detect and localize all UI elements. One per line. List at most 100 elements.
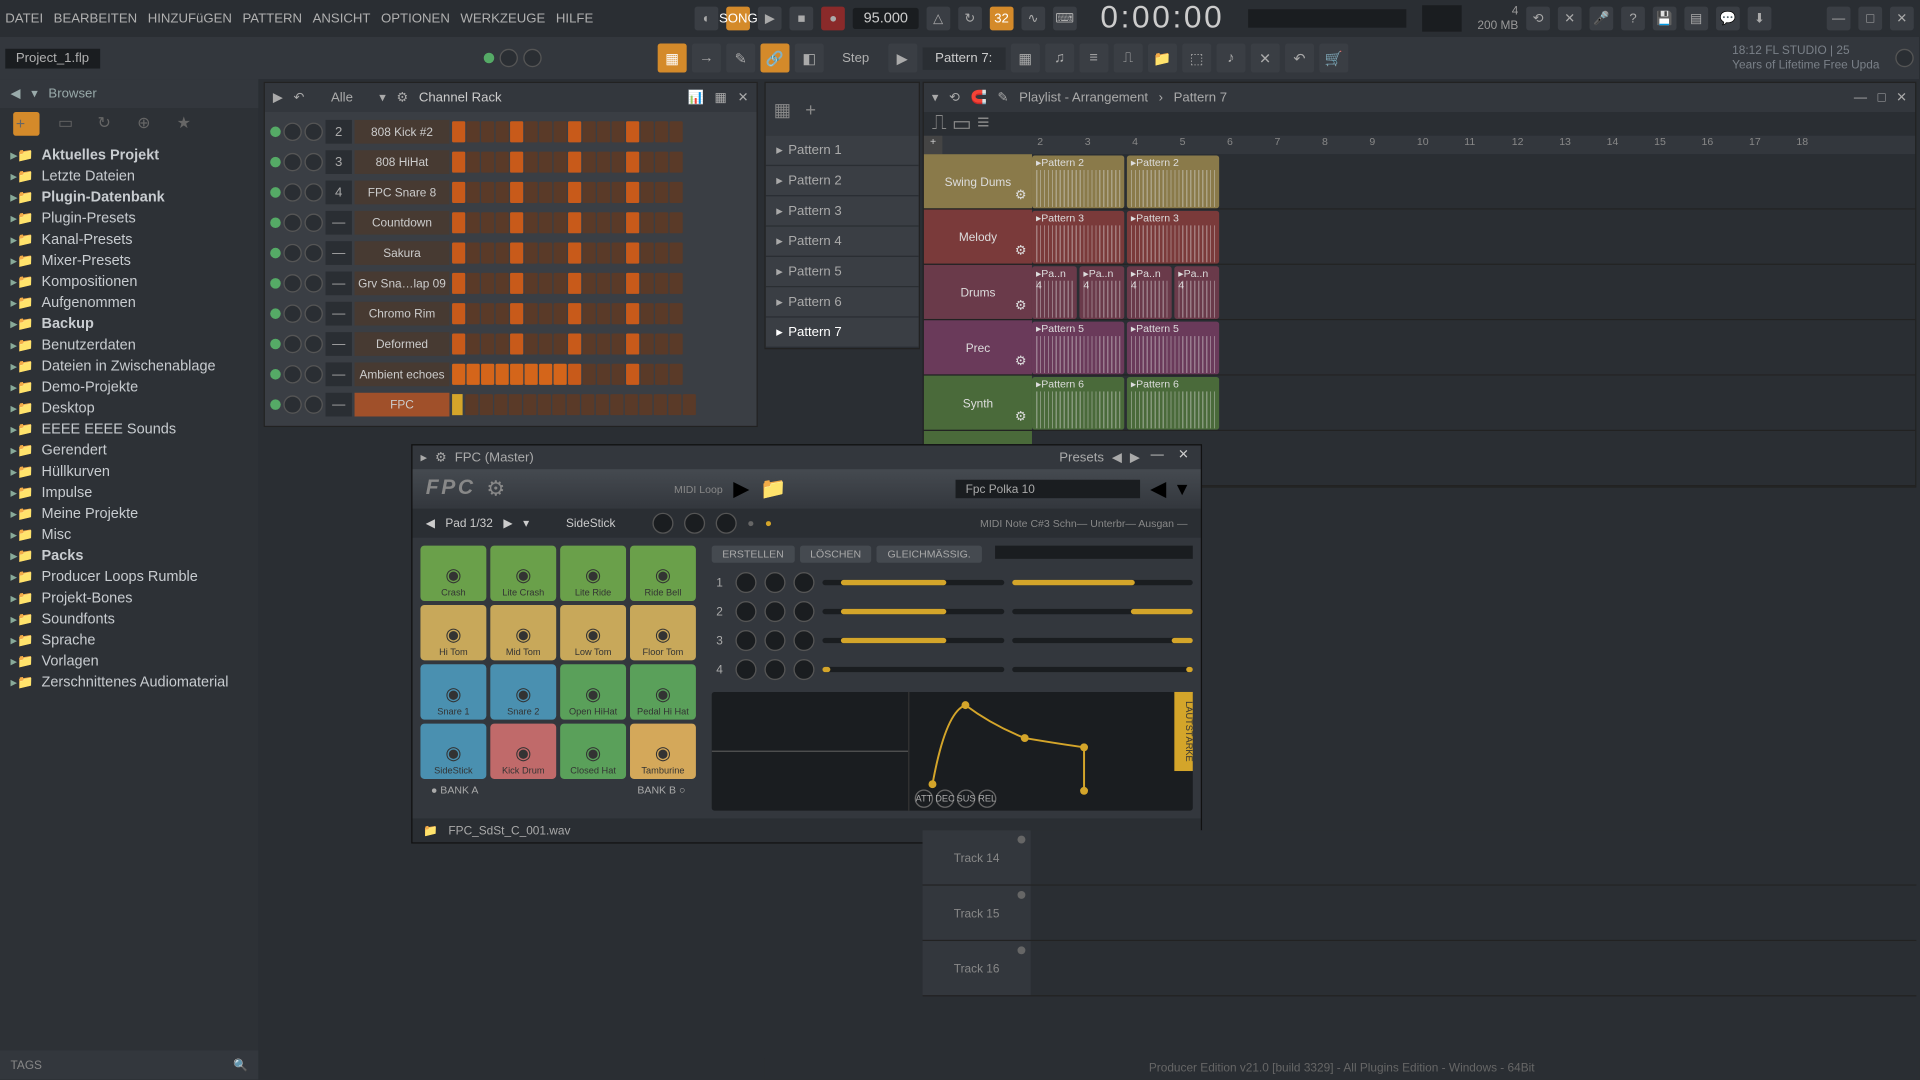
- maximize-button[interactable]: □: [1858, 7, 1882, 31]
- plugin-presets-label[interactable]: Presets: [1059, 450, 1104, 464]
- step-button[interactable]: [626, 182, 639, 203]
- browser-button[interactable]: 📁: [1148, 43, 1177, 72]
- track-header[interactable]: Track 14: [923, 830, 1031, 884]
- tab-loeschen[interactable]: LÖSCHEN: [800, 546, 872, 563]
- step-button[interactable]: [568, 243, 581, 264]
- sample-folder-icon[interactable]: 📁: [423, 823, 438, 837]
- browser-list[interactable]: ▸📁Aktuelles Projekt▸📁Letzte Dateien▸📁Plu…: [0, 140, 258, 1051]
- pattern-item[interactable]: ▸Pattern 7: [766, 318, 919, 348]
- plugin-close[interactable]: ✕: [1174, 448, 1192, 466]
- step-button[interactable]: [641, 212, 654, 233]
- pattern-mode-button[interactable]: ▦: [658, 43, 687, 72]
- channel-led[interactable]: [270, 127, 281, 138]
- step-button[interactable]: [583, 243, 596, 264]
- browser-collapse-icon[interactable]: ◀: [11, 86, 21, 100]
- env-rel-button[interactable]: REL: [978, 789, 996, 807]
- pattern-selector[interactable]: Pattern 7:: [922, 47, 1006, 69]
- step-button[interactable]: [510, 243, 523, 264]
- channel-led[interactable]: [270, 187, 281, 198]
- step-button[interactable]: [655, 273, 668, 294]
- playlist-tracks[interactable]: Swing Dums⚙ ▸Pattern 2▸Pattern 2 Melody⚙…: [924, 154, 1915, 486]
- download-icon[interactable]: ⬇: [1748, 7, 1772, 31]
- track-lane[interactable]: ▸Pattern 2▸Pattern 2: [1032, 154, 1915, 208]
- step-button[interactable]: [496, 152, 509, 173]
- step-button[interactable]: [467, 273, 480, 294]
- step-button[interactable]: [494, 394, 507, 415]
- step-button[interactable]: [452, 182, 465, 203]
- step-button[interactable]: [538, 394, 551, 415]
- track-lane[interactable]: ▸Pattern 3▸Pattern 3: [1032, 210, 1915, 264]
- layer-number[interactable]: 2: [712, 605, 728, 618]
- drum-pad[interactable]: ◉Floor Tom: [630, 605, 696, 660]
- playlist-close-icon[interactable]: ✕: [1896, 90, 1907, 104]
- render-icon[interactable]: ▤: [1684, 7, 1708, 31]
- step-button[interactable]: [539, 121, 552, 142]
- track-header[interactable]: Drums⚙: [924, 265, 1032, 319]
- layer-velocity-slider[interactable]: [1012, 609, 1193, 614]
- layer-slider[interactable]: [822, 667, 1003, 672]
- pattern-list[interactable]: ▸Pattern 1▸Pattern 2▸Pattern 3▸Pattern 4…: [766, 136, 919, 348]
- menu-datei[interactable]: DATEI: [5, 11, 43, 25]
- play-button[interactable]: ▶: [758, 7, 782, 31]
- step-button[interactable]: [554, 243, 567, 264]
- envelope-editor[interactable]: ATT DEC SUS REL LAUTSTÄRKE: [712, 692, 1193, 811]
- record-button[interactable]: ●: [821, 7, 845, 31]
- track-lane[interactable]: ▸Pa..n 4▸Pa..n 4▸Pa..n 4▸Pa..n 4: [1032, 265, 1915, 319]
- rack-filter[interactable]: Alle: [331, 90, 353, 104]
- browser-globe-icon[interactable]: ⊕: [137, 113, 158, 134]
- track-lane[interactable]: [1031, 886, 1917, 940]
- step-button[interactable]: [452, 121, 465, 142]
- plugin-button[interactable]: ⬚: [1182, 43, 1211, 72]
- step-button[interactable]: [467, 212, 480, 233]
- env-att-button[interactable]: ATT: [915, 789, 933, 807]
- step-button[interactable]: [597, 243, 610, 264]
- step-button[interactable]: [467, 182, 480, 203]
- step-button[interactable]: [641, 152, 654, 173]
- step-button[interactable]: [496, 212, 509, 233]
- step-button[interactable]: [481, 303, 494, 324]
- menu-optionen[interactable]: OPTIONEN: [381, 11, 450, 25]
- clip[interactable]: ▸Pa..n 4: [1174, 266, 1219, 319]
- pattern-add-icon[interactable]: +: [805, 99, 826, 120]
- channel-number[interactable]: —: [326, 362, 352, 386]
- lautstaerke-tab[interactable]: LAUTSTÄRKE: [1174, 692, 1192, 771]
- step-button[interactable]: [481, 152, 494, 173]
- step-button[interactable]: [655, 333, 668, 354]
- step-button[interactable]: [452, 364, 465, 385]
- layer-velocity-slider[interactable]: [1012, 580, 1193, 585]
- track-lane[interactable]: ▸Pattern 6▸Pattern 6: [1032, 376, 1915, 430]
- browser-item[interactable]: ▸📁Meine Projekte: [0, 503, 258, 524]
- step-button[interactable]: [655, 182, 668, 203]
- menu-ansicht[interactable]: ANSICHT: [313, 11, 371, 25]
- step-button[interactable]: [452, 152, 465, 173]
- drum-pad[interactable]: ◉Lite Ride: [560, 546, 626, 601]
- step-button[interactable]: [641, 121, 654, 142]
- bank-b-button[interactable]: BANK B ○: [637, 784, 685, 796]
- playlist-sync-icon[interactable]: ⟲: [949, 90, 960, 104]
- step-button[interactable]: [670, 243, 683, 264]
- clip[interactable]: ▸Pattern 3: [1127, 211, 1219, 264]
- step-button[interactable]: [641, 273, 654, 294]
- step-button[interactable]: [552, 394, 565, 415]
- step-button[interactable]: [597, 364, 610, 385]
- step-button[interactable]: [568, 121, 581, 142]
- step-button[interactable]: [554, 152, 567, 173]
- track-dot[interactable]: [1017, 946, 1025, 954]
- step-button[interactable]: [525, 121, 538, 142]
- channel-number[interactable]: 3: [326, 150, 352, 174]
- layer-knob[interactable]: [735, 659, 756, 680]
- clip[interactable]: ▸Pattern 2: [1032, 156, 1124, 209]
- browser-item[interactable]: ▸📁Producer Loops Rumble: [0, 567, 258, 588]
- step-button[interactable]: [510, 182, 523, 203]
- channel-led[interactable]: [270, 339, 281, 350]
- env-sus-button[interactable]: SUS: [957, 789, 975, 807]
- step-button[interactable]: [539, 333, 552, 354]
- layer-slider[interactable]: [822, 580, 1003, 585]
- browser-item[interactable]: ▸📁Gerendert: [0, 440, 258, 461]
- rack-close-icon[interactable]: ✕: [738, 90, 749, 104]
- track-lane[interactable]: [1031, 830, 1917, 884]
- step-button[interactable]: [510, 212, 523, 233]
- drum-pad[interactable]: ◉Pedal Hi Hat: [630, 664, 696, 719]
- clip[interactable]: ▸Pa..n 4: [1032, 266, 1077, 319]
- browser-item[interactable]: ▸📁Aufgenommen: [0, 293, 258, 314]
